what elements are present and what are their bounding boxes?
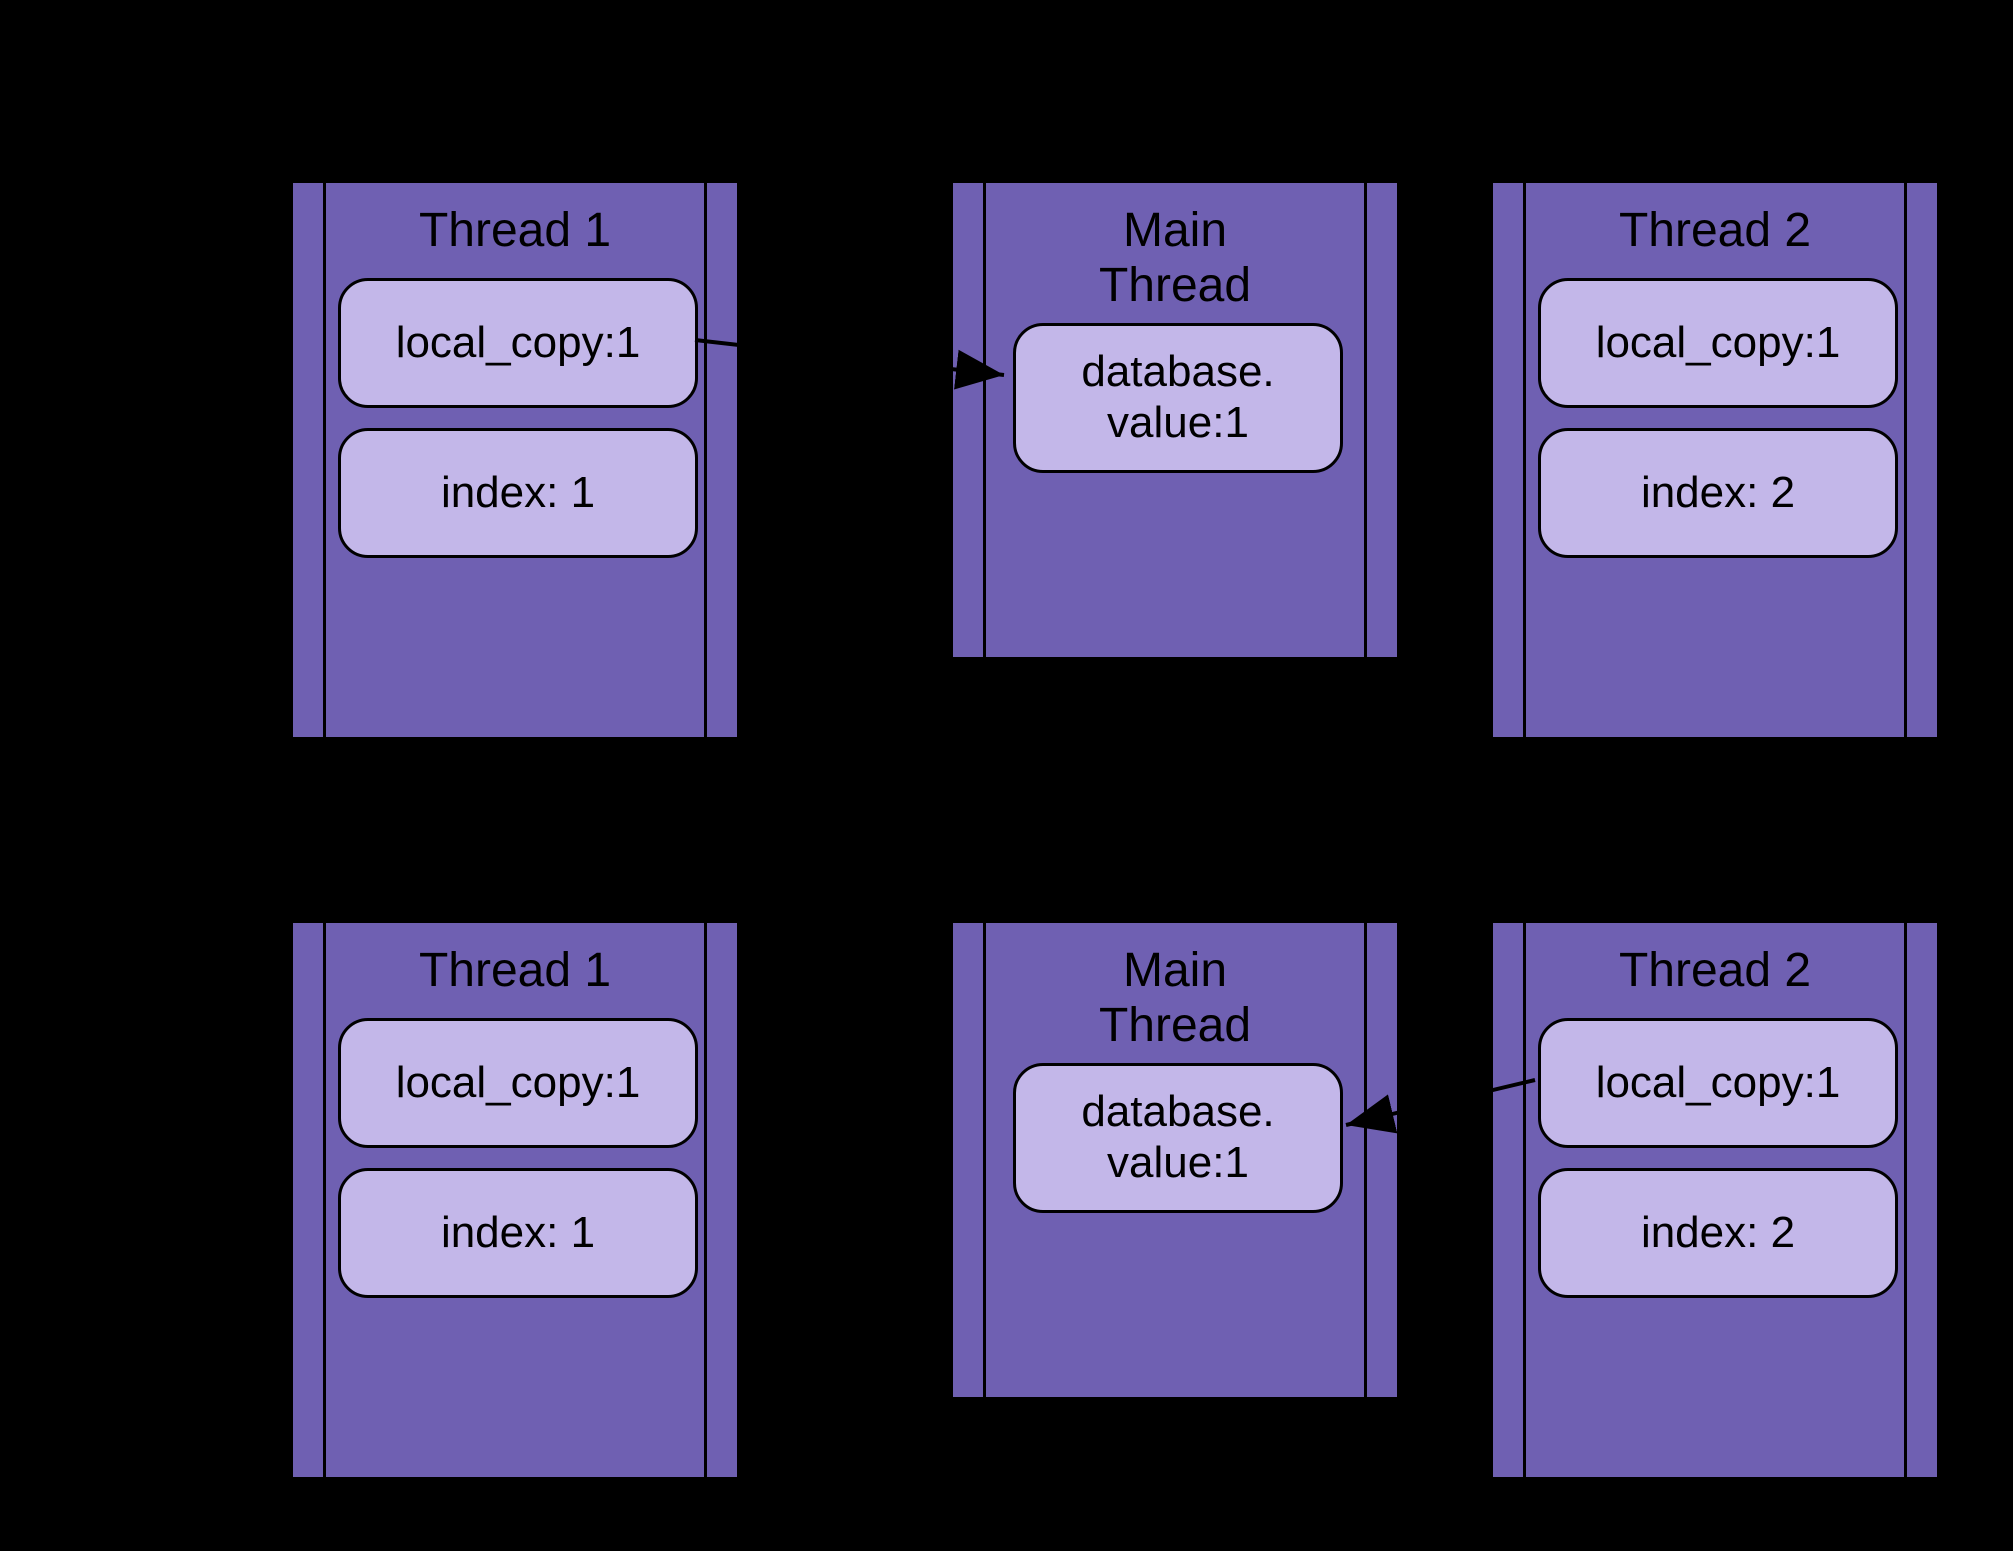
index-cell: index: 1 bbox=[338, 428, 698, 558]
local-copy-cell: local_copy:1 bbox=[1538, 1018, 1898, 1148]
local-copy-cell: local_copy:1 bbox=[1538, 278, 1898, 408]
thread-title: Thread 2 bbox=[1493, 203, 1937, 258]
main-thread-box: MainThreaddatabase.value:1 bbox=[950, 180, 1400, 660]
thread-box: Thread 2 local_copy:1 index: 2 bbox=[1490, 920, 1940, 1480]
database-value-cell: database.value:1 bbox=[1013, 323, 1343, 473]
thread-title: MainThread bbox=[953, 943, 1397, 1053]
index-cell: index: 2 bbox=[1538, 428, 1898, 558]
thread-box: Thread 2 local_copy:1 index: 2 bbox=[1490, 180, 1940, 740]
index-cell: index: 1 bbox=[338, 1168, 698, 1298]
thread-title: Thread 1 bbox=[293, 943, 737, 998]
thread-box: Thread 1 local_copy:1 index: 1 bbox=[290, 920, 740, 1480]
thread-title: MainThread bbox=[953, 203, 1397, 313]
thread-title: Thread 1 bbox=[293, 203, 737, 258]
database-value-cell: database.value:1 bbox=[1013, 1063, 1343, 1213]
local-copy-cell: local_copy:1 bbox=[338, 278, 698, 408]
main-thread-box: MainThreaddatabase.value:1 bbox=[950, 920, 1400, 1400]
thread-box: Thread 1 local_copy:1 index: 1 bbox=[290, 180, 740, 740]
index-cell: index: 2 bbox=[1538, 1168, 1898, 1298]
thread-title: Thread 2 bbox=[1493, 943, 1937, 998]
local-copy-cell: local_copy:1 bbox=[338, 1018, 698, 1148]
